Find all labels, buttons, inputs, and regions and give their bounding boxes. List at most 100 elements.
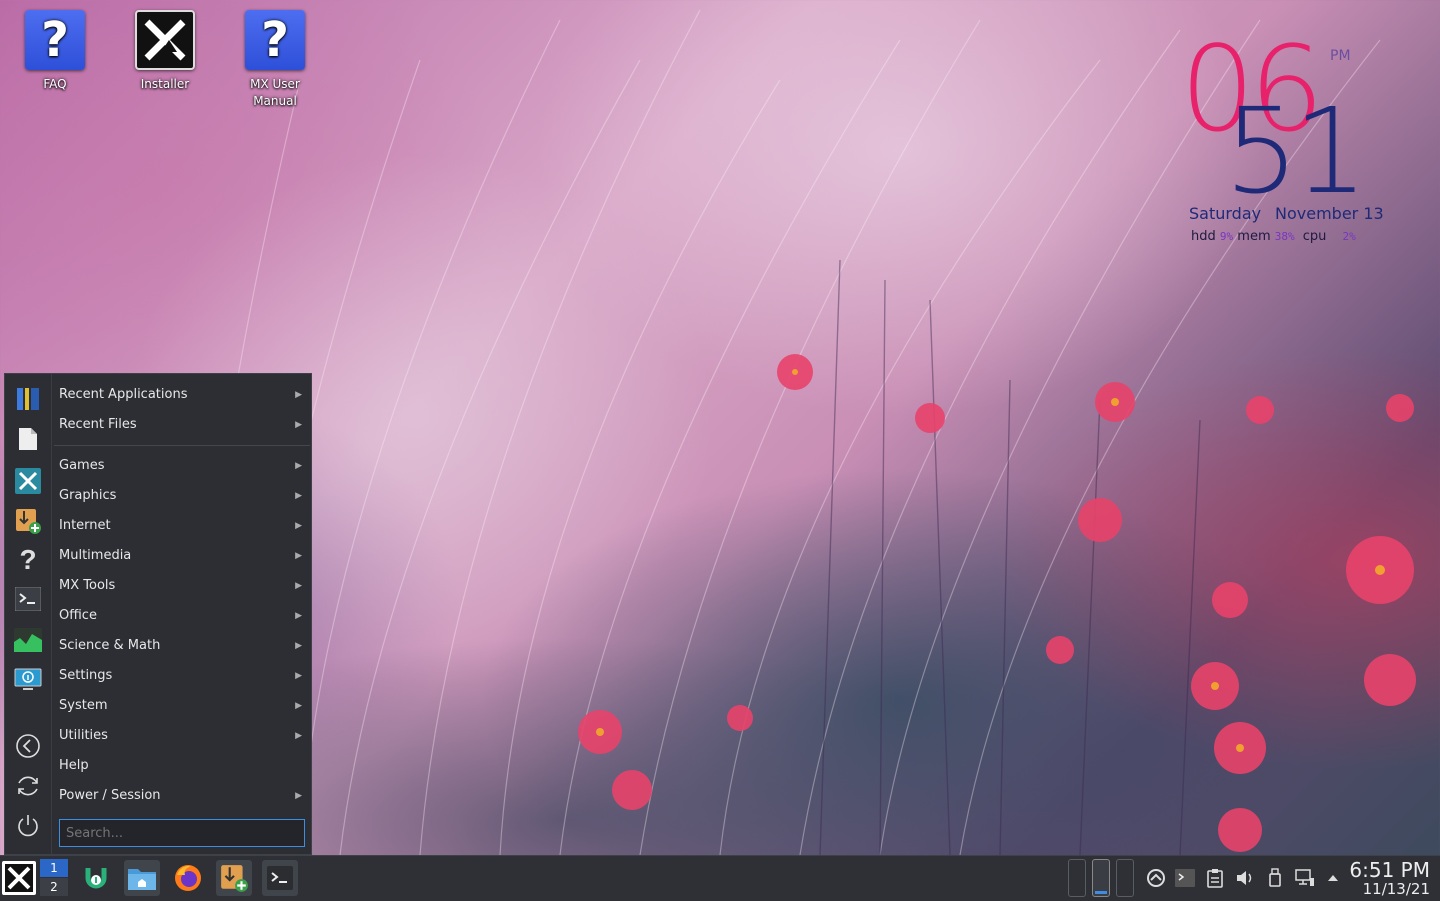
- system-info-icon[interactable]: [14, 666, 42, 694]
- menu-item-label: Science & Math: [59, 638, 161, 653]
- mem-label: mem: [1237, 229, 1271, 244]
- menu-item-system[interactable]: System ▶: [54, 691, 310, 721]
- menu-item-mx-tools[interactable]: MX Tools ▶: [54, 571, 310, 601]
- hdd-value: 9%: [1219, 230, 1234, 243]
- submenu-arrow-icon: ▶: [295, 611, 302, 621]
- desktop-icon-mx-user-manual[interactable]: ? MX User Manual: [230, 10, 320, 110]
- package-installer-icon[interactable]: [14, 507, 42, 535]
- workspace-preview-1[interactable]: [1068, 859, 1086, 897]
- submenu-arrow-icon: ▶: [295, 701, 302, 711]
- workspace-2[interactable]: 2: [40, 878, 68, 896]
- menu-item-settings[interactable]: Settings ▶: [54, 661, 310, 691]
- power-icon[interactable]: [14, 812, 42, 840]
- taskbar-app-file-manager[interactable]: [124, 860, 160, 896]
- submenu-arrow-icon: ▶: [295, 641, 302, 651]
- menu-item-office[interactable]: Office ▶: [54, 601, 310, 631]
- workspace-preview-2[interactable]: [1092, 859, 1110, 897]
- menu-item-recent-applications[interactable]: Recent Applications ▶: [54, 380, 310, 410]
- menu-item-label: Office: [59, 608, 97, 623]
- date: November 13: [1275, 204, 1384, 223]
- submenu-arrow-icon: ▶: [295, 390, 302, 400]
- desktop-icon-faq[interactable]: ? FAQ: [10, 10, 100, 93]
- tray-terminal-icon[interactable]: [1175, 868, 1195, 888]
- submenu-arrow-icon: ▶: [295, 461, 302, 471]
- menu-item-games[interactable]: Games ▶: [54, 451, 310, 481]
- tray-network-icon[interactable]: [1295, 868, 1315, 888]
- menu-item-help[interactable]: Help: [54, 751, 310, 781]
- mx-logo-icon: [5, 864, 33, 892]
- workspace-1[interactable]: 1: [40, 859, 68, 877]
- start-menu-button[interactable]: [2, 861, 36, 895]
- application-menu: ? Recent Applications ▶ Recent Files ▶ Gam…: [4, 373, 312, 855]
- taskbar-clock[interactable]: 6:51 PM 11/13/21: [1349, 859, 1430, 898]
- cpu-label: cpu: [1302, 229, 1327, 244]
- desktop-icon-installer[interactable]: Installer: [120, 10, 210, 93]
- clock-date: 11/13/21: [1362, 880, 1430, 898]
- package-installer-icon: [221, 865, 248, 892]
- menu-item-multimedia[interactable]: Multimedia ▶: [54, 541, 310, 571]
- taskbar-app-package-installer[interactable]: [216, 860, 252, 896]
- workspace-pager: 1 2: [40, 859, 68, 897]
- menu-item-label: Graphics: [59, 488, 117, 503]
- desktop-icon-label: MX User Manual: [250, 77, 300, 108]
- menu-item-label: Recent Files: [59, 417, 137, 432]
- menu-item-recent-files[interactable]: Recent Files ▶: [54, 410, 310, 440]
- tray-updater-icon[interactable]: [1146, 868, 1166, 888]
- desktop-icon-label: FAQ: [43, 77, 67, 91]
- menu-search-input[interactable]: [59, 819, 305, 847]
- tray-usb-icon[interactable]: [1265, 868, 1285, 888]
- menu-item-label: Help: [59, 758, 89, 773]
- clock-time: 6:51 PM: [1349, 858, 1430, 882]
- clock-ampm: PM: [1330, 48, 1351, 64]
- menu-item-science-math[interactable]: Science & Math ▶: [54, 631, 310, 661]
- system-monitor-icon[interactable]: [14, 626, 42, 654]
- help-icon: ?: [25, 10, 85, 70]
- back-icon[interactable]: [14, 732, 42, 760]
- menu-item-graphics[interactable]: Graphics ▶: [54, 481, 310, 511]
- desktop-icon-label: Installer: [140, 77, 190, 91]
- menu-item-power-session[interactable]: Power / Session ▶: [54, 781, 310, 811]
- menu-favorites-bar: ?: [5, 374, 52, 854]
- menu-item-label: Power / Session: [59, 788, 161, 803]
- restart-icon[interactable]: [14, 772, 42, 800]
- hdd-label: hdd: [1191, 229, 1216, 244]
- menu-separator: [54, 445, 310, 446]
- terminal-icon[interactable]: [14, 585, 42, 613]
- taskbar-app-terminal[interactable]: [262, 860, 298, 896]
- mx-tools-icon[interactable]: [14, 467, 42, 495]
- weekday: Saturday: [1189, 204, 1262, 223]
- workspace-preview-3[interactable]: [1116, 859, 1134, 897]
- submenu-arrow-icon: ▶: [295, 420, 302, 430]
- menu-item-label: Multimedia: [59, 548, 132, 563]
- tray-expand-icon[interactable]: [1323, 868, 1343, 888]
- installer-icon: [135, 10, 195, 70]
- menu-item-label: Games: [59, 458, 105, 473]
- system-stats: hdd 9% mem 38% cpu 2%: [1191, 229, 1356, 244]
- tray-clipboard-icon[interactable]: [1205, 868, 1225, 888]
- document-icon[interactable]: [14, 425, 42, 453]
- terminal-icon: [267, 866, 293, 890]
- menu-item-label: Recent Applications: [59, 387, 188, 402]
- conky-widget: 06 51 PM Saturday November 13 hdd 9% mem…: [1180, 30, 1400, 260]
- submenu-arrow-icon: ▶: [295, 491, 302, 501]
- submenu-arrow-icon: ▶: [295, 551, 302, 561]
- submenu-arrow-icon: ▶: [295, 521, 302, 531]
- menu-item-label: MX Tools: [59, 578, 116, 593]
- submenu-arrow-icon: ▶: [295, 671, 302, 681]
- clock-minute: 51: [1224, 82, 1368, 220]
- menu-item-internet[interactable]: Internet ▶: [54, 511, 310, 541]
- app-launcher-icon[interactable]: [14, 385, 42, 413]
- menu-item-label: System: [59, 698, 108, 713]
- help-icon[interactable]: ?: [14, 544, 42, 575]
- taskbar-app-firefox[interactable]: [170, 860, 206, 896]
- menu-item-label: Utilities: [59, 728, 108, 743]
- firefox-icon: [175, 865, 201, 891]
- submenu-arrow-icon: ▶: [295, 581, 302, 591]
- submenu-arrow-icon: ▶: [295, 731, 302, 741]
- taskbar-app-updater[interactable]: [78, 860, 114, 896]
- menu-category-list: Recent Applications ▶ Recent Files ▶ Games…: [54, 380, 310, 811]
- mem-value: 38%: [1274, 230, 1295, 243]
- tray-volume-icon[interactable]: [1235, 868, 1255, 888]
- help-icon: ?: [245, 10, 305, 70]
- menu-item-utilities[interactable]: Utilities ▶: [54, 721, 310, 751]
